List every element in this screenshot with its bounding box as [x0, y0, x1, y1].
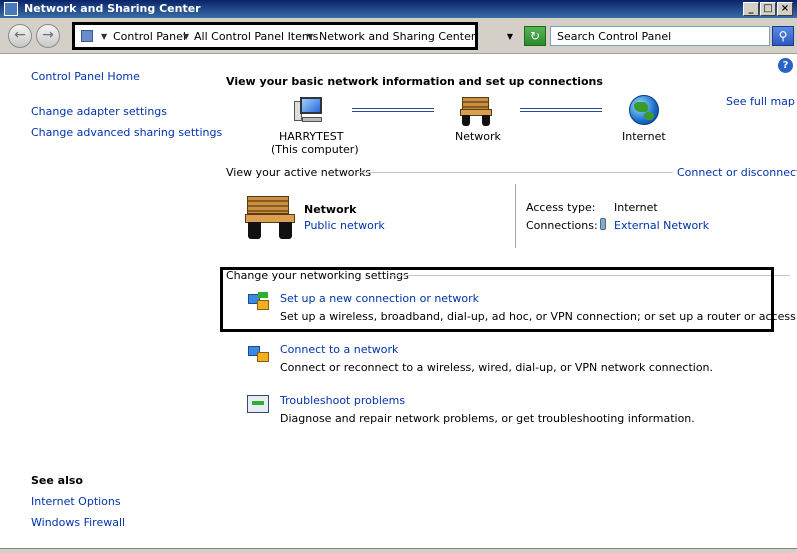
network-bench-icon [460, 97, 492, 127]
see-also-title: See also [31, 474, 83, 487]
computer-sub: (This computer) [271, 143, 359, 156]
active-network-name: Network [304, 203, 357, 216]
see-also-internet-options[interactable]: Internet Options [31, 495, 121, 508]
connect-network-icon [248, 344, 270, 364]
ethernet-icon [600, 218, 606, 230]
task-troubleshoot-desc: Diagnose and repair network problems, or… [280, 412, 695, 425]
title-bar: Network and Sharing Center _ □ × [0, 0, 797, 18]
help-icon[interactable]: ? [778, 58, 793, 73]
active-network-bench-icon [245, 196, 295, 240]
breadcrumb-all-items[interactable]: All Control Panel Items [194, 30, 318, 43]
troubleshoot-icon [247, 395, 269, 413]
task-troubleshoot-link[interactable]: Troubleshoot problems [280, 394, 405, 407]
computer-name: HARRYTEST [279, 130, 344, 143]
access-type-value: Internet [614, 201, 658, 214]
minimize-button[interactable]: _ [743, 2, 759, 16]
chevron-down-icon[interactable]: ▼ [183, 32, 189, 41]
access-type-label: Access type: [526, 201, 596, 214]
map-internet-label: Internet [622, 130, 666, 143]
close-button[interactable]: × [777, 2, 793, 16]
see-full-map-link[interactable]: See full map [726, 95, 795, 108]
see-also-windows-firewall[interactable]: Windows Firewall [31, 516, 125, 529]
address-bar: ← → ▼ Control Panel ▼ All Control Panel … [0, 18, 797, 54]
breadcrumb-control-panel[interactable]: Control Panel [113, 30, 186, 43]
forward-button[interactable]: → [36, 24, 60, 48]
watermark-logo [20, 190, 102, 364]
connection-line [520, 108, 602, 112]
task-connect-network-desc: Connect or reconnect to a wireless, wire… [280, 361, 714, 374]
page-title: View your basic network information and … [226, 75, 603, 88]
connect-disconnect-link[interactable]: Connect or disconnect [677, 166, 797, 179]
search-input[interactable]: Search Control Panel [550, 26, 770, 46]
map-network-label: Network [455, 130, 501, 143]
divider [515, 184, 516, 248]
connection-line [352, 108, 434, 112]
task-connect-network-link[interactable]: Connect to a network [280, 343, 398, 356]
window-bottom-border [0, 548, 797, 553]
chevron-down-icon[interactable]: ▼ [101, 32, 107, 41]
maximize-button[interactable]: □ [760, 2, 776, 16]
network-center-icon [4, 2, 18, 16]
active-network-type-link[interactable]: Public network [304, 219, 385, 232]
computer-icon [294, 97, 322, 123]
sidebar-item-control-panel-home[interactable]: Control Panel Home [31, 70, 140, 83]
search-icon[interactable]: ⚲ [772, 26, 794, 46]
sidebar-item-advanced-sharing[interactable]: Change advanced sharing settings [31, 126, 222, 139]
sidebar-item-adapter-settings[interactable]: Change adapter settings [31, 105, 167, 118]
breadcrumb-network-center[interactable]: Network and Sharing Center [319, 30, 475, 43]
chevron-down-icon[interactable]: ▼ [307, 32, 313, 41]
active-networks-title: View your active networks [226, 166, 372, 179]
new-connection-icon [248, 292, 270, 312]
divider [358, 172, 673, 173]
control-panel-icon [81, 30, 93, 42]
window-title: Network and Sharing Center [24, 2, 201, 15]
internet-globe-icon [629, 95, 659, 125]
task-new-connection-desc: Set up a wireless, broadband, dial-up, a… [280, 310, 797, 323]
breadcrumb[interactable]: ▼ Control Panel ▼ All Control Panel Item… [72, 22, 478, 50]
connection-link[interactable]: External Network [614, 219, 709, 232]
address-dropdown-icon[interactable]: ▼ [503, 28, 517, 46]
connections-label: Connections: [526, 219, 598, 232]
task-new-connection-link[interactable]: Set up a new connection or network [280, 292, 479, 305]
back-button[interactable]: ← [8, 24, 32, 48]
refresh-icon[interactable]: ↻ [524, 26, 546, 46]
